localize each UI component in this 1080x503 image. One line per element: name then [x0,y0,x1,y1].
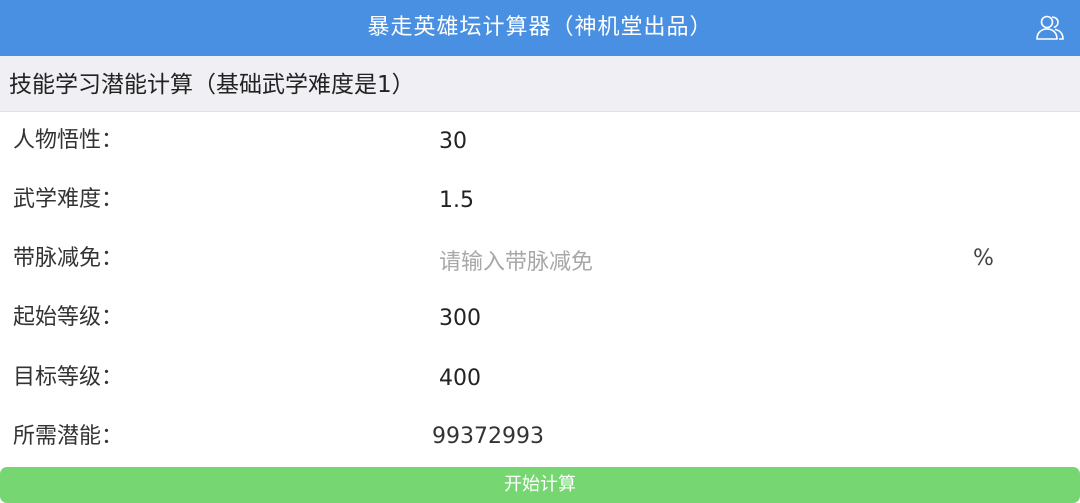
app-title: 暴走英雄坛计算器（神机堂出品） [367,15,713,40]
start-calculate-button[interactable]: 开始计算 [0,467,1080,503]
form-row-reduction: 带脉减免： % [0,229,1080,288]
form-row-comprehension: 人物悟性： [0,111,1080,170]
app-header: 暴走英雄坛计算器（神机堂出品） [0,0,1080,56]
target-level-input[interactable] [439,358,959,398]
required-potential-value: 99372993 [432,424,544,449]
target-level-label: 目标等级： [13,365,124,390]
form-row-start-level: 起始等级： [0,288,1080,347]
difficulty-label: 武学难度： [13,187,124,212]
difficulty-input[interactable] [439,180,959,220]
section-title: 技能学习潜能计算（基础武学难度是1） [9,72,415,98]
form-row-target-level: 目标等级： [0,348,1080,407]
required-potential-label: 所需潜能： [13,424,124,449]
form-row-result: 所需潜能： 99372993 [0,407,1080,466]
user-group-icon[interactable] [1034,12,1066,44]
comprehension-label: 人物悟性： [13,128,124,153]
section-header: 技能学习潜能计算（基础武学难度是1） [0,56,1080,112]
comprehension-input[interactable] [439,121,959,161]
form-row-difficulty: 武学难度： [0,170,1080,229]
start-level-label: 起始等级： [13,305,124,330]
reduction-input[interactable] [439,242,959,282]
start-level-input[interactable] [439,298,959,338]
reduction-label: 带脉减免： [13,246,124,271]
percent-unit: % [973,246,994,271]
